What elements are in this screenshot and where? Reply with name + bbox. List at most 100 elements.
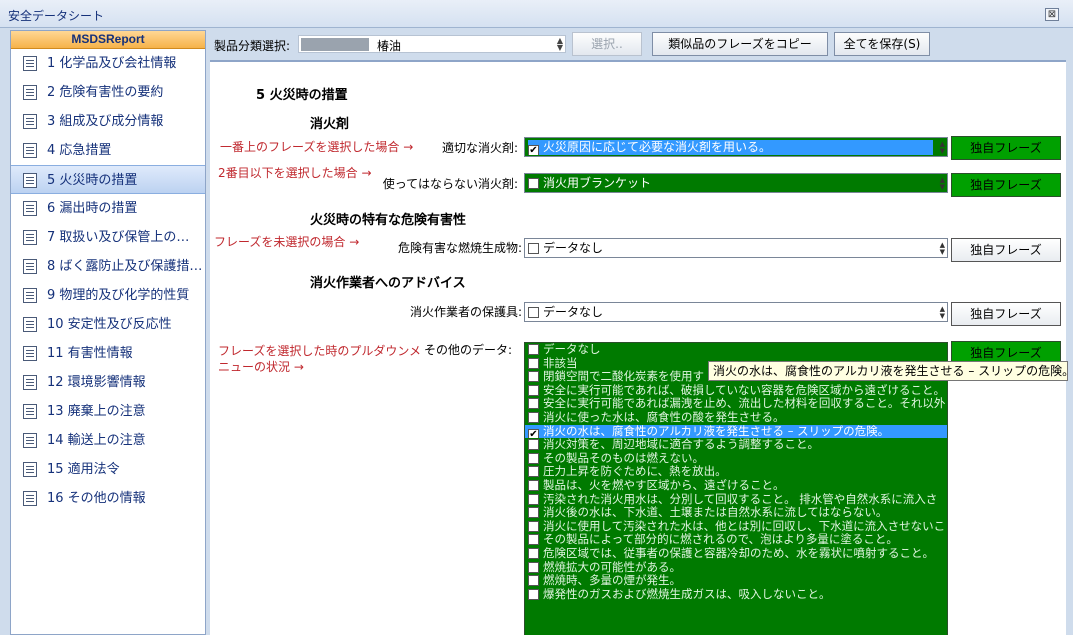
spinner-icon[interactable]: ▲ ▼ [940,177,945,191]
protective-field[interactable]: データなし ▲ ▼ [524,302,948,322]
spinner-icon[interactable]: ▲ ▼ [940,141,945,155]
checkbox[interactable] [528,439,539,451]
dropdown-option[interactable]: 消火に使用して汚染された水は、他とは別に回収し、下水道に流入させないこと [525,520,947,534]
spinner-icon[interactable]: ▲ ▼ [940,242,945,256]
category-select[interactable]: 椿油 ▲ ▼ [298,35,566,53]
dropdown-option[interactable]: 圧力上昇を防ぐために、熱を放出。 [525,465,947,479]
checkbox[interactable] [528,411,539,423]
suitable-field[interactable]: ✔ 火災原因に応じて必要な消火剤を用いる。 ▲ ▼ [524,137,948,157]
checkbox[interactable] [528,547,539,559]
sidebar-item[interactable]: 2 危険有害性の要約 [11,78,205,107]
checkbox[interactable]: ✔ [528,145,539,155]
save-all-button[interactable]: 全てを保存(S) [834,32,930,56]
protective-value: データなし [543,305,604,319]
sidebar-item[interactable]: 6 漏出時の措置 [11,194,205,223]
sidebar-item[interactable]: 3 組成及び成分情報 [11,107,205,136]
checkbox[interactable] [528,493,539,505]
sidebar-item[interactable]: 4 応急措置 [11,136,205,165]
own-phrase-button[interactable]: 独自フレーズ [951,238,1061,262]
sidebar-item[interactable]: 11 有害性情報 [11,339,205,368]
sidebar-item[interactable]: 12 環境影響情報 [11,368,205,397]
dropdown-option[interactable]: 燃焼時、多量の煙が発生。 [525,574,947,588]
document-icon [23,288,37,303]
checkbox[interactable] [528,307,539,318]
checkbox[interactable] [528,479,539,491]
copy-phrases-button[interactable]: 類似品のフレーズをコピー [652,32,828,56]
document-icon [23,114,37,129]
checkbox[interactable] [528,398,539,410]
dropdown-option[interactable]: 消火後の水は、下水道、土壌または自然水系に流してはならない。 [525,506,947,520]
sidebar-item[interactable]: 10 安定性及び反応性 [11,310,205,339]
redacted-region [301,38,369,51]
other-data-dropdown[interactable]: データなし 非該当 閉鎖空間で二酸化炭素を使用す 安全に実行可能であれば、破損していな… [524,342,948,635]
checkbox[interactable]: ✔ [528,428,539,439]
sidebar-item-label: 9 物理的及び化学的性質 [47,288,190,303]
sidebar-item[interactable]: 9 物理的及び化学的性質 [11,281,205,310]
other-label: その他のデータ: [423,343,512,357]
close-icon[interactable]: ⊠ [1045,8,1059,21]
checkbox[interactable] [528,178,539,189]
checkbox[interactable] [528,384,539,396]
sidebar-item-label: 14 輸送上の注意 [47,433,146,448]
dropdown-option[interactable]: 危険区域では、従事者の保護と容器冷却のため、水を霧状に噴射すること。 [525,547,947,561]
dropdown-option-text: その製品そのものは燃えない。 [543,451,704,465]
unsuitable-value: 消火用ブランケット [543,176,652,190]
spinner-icon[interactable]: ▲ ▼ [557,37,563,52]
dropdown-option[interactable]: 消火対策を、周辺地域に適合するよう調整すること。 [525,438,947,452]
checkbox[interactable] [528,520,539,532]
document-icon [23,491,37,506]
document-icon [23,173,37,188]
checkbox[interactable] [528,534,539,546]
dropdown-option[interactable]: その製品によって部分的に燃されるので、泡はより多量に塗ること。 [525,533,947,547]
dropdown-option[interactable]: 安全に実行可能であれば、破損していない容器を危険区域から遠ざけること。 [525,384,947,398]
sidebar-item[interactable]: 1 化学品及び会社情報 [11,49,205,78]
dropdown-option[interactable]: 汚染された消火用水は、分別して回収すること。 排水管や自然水系に流入さ [525,493,947,507]
checkbox[interactable] [528,452,539,464]
dropdown-option[interactable]: 消火に使った水は、腐食性の酸を発生させる。 [525,411,947,425]
checkbox[interactable] [528,507,539,519]
checkbox[interactable] [528,357,539,369]
combustion-field[interactable]: データなし ▲ ▼ [524,238,948,258]
dropdown-option-text: 消火に使った水は、腐食性の酸を発生させる。 [543,410,785,424]
tooltip: 消火の水は、腐食性のアルカリ液を発生させる – スリップの危険。 [708,361,1068,381]
sidebar-item[interactable]: 13 廃棄上の注意 [11,397,205,426]
dropdown-option[interactable]: その製品そのものは燃えない。 [525,452,947,466]
dropdown-option[interactable]: 製品は、火を燃やす区域から、遠ざけること。 [525,479,947,493]
sidebar-item-label: 8 ばく露防止及び保護措… [47,259,203,274]
checkbox[interactable] [528,344,539,355]
dropdown-option[interactable]: データなし [525,343,947,357]
checkbox[interactable] [528,243,539,254]
select-button[interactable]: 選択.. [572,32,642,56]
document-icon [23,143,37,158]
sidebar-item[interactable]: 15 適用法令 [11,455,205,484]
sidebar-item[interactable]: 8 ばく露防止及び保護措… [11,252,205,281]
dropdown-option[interactable]: 燃焼拡大の可能性がある。 [525,561,947,575]
unsuitable-label: 使ってはならない消火剤: [382,177,518,191]
checkbox[interactable] [528,588,539,600]
dropdown-option-text: 閉鎖空間で二酸化炭素を使用す [543,370,704,384]
checkbox[interactable] [528,575,539,587]
checkbox[interactable] [528,371,539,383]
dropdown-option[interactable]: 安全に実行可能であれば漏洩を止め、流出した材料を回収すること。それ以外 [525,397,947,411]
sidebar-item[interactable]: 5 火災時の措置 [11,165,205,194]
dropdown-option[interactable]: 爆発性のガスおよび燃焼生成ガスは、吸入しないこと。 [525,588,947,602]
checkbox[interactable] [528,561,539,573]
sidebar-item[interactable]: 7 取扱い及び保管上の… [11,223,205,252]
checkbox[interactable] [528,466,539,478]
own-phrase-button[interactable]: 独自フレーズ [951,173,1061,197]
sidebar-item[interactable]: 14 輸送上の注意 [11,426,205,455]
document-icon [23,259,37,274]
dropdown-option[interactable]: ✔ 消火の水は、腐食性のアルカリ液を発生させる – スリップの危険。 [525,424,947,439]
spinner-icon[interactable]: ▲ ▼ [940,306,945,320]
unsuitable-field[interactable]: 消火用ブランケット ▲ ▼ [524,173,948,193]
sidebar-item-label: 1 化学品及び会社情報 [47,56,177,71]
dropdown-option-text: 燃焼拡大の可能性がある。 [543,560,681,574]
own-phrase-button[interactable]: 独自フレーズ [951,136,1061,160]
sidebar-item[interactable]: 16 その他の情報 [11,484,205,513]
protective-label: 消火作業者の保護具: [409,305,522,319]
dropdown-option-text: 燃焼時、多量の煙が発生。 [543,574,681,588]
dropdown-option-text: その製品によって部分的に燃されるので、泡はより多量に塗ること。 [543,533,898,547]
sidebar-item-label: 4 応急措置 [47,143,112,158]
sidebar: MSDSReport 1 化学品及び会社情報 2 危険有害性の要約 3 組成及び成分… [10,30,206,635]
own-phrase-button[interactable]: 独自フレーズ [951,302,1061,326]
